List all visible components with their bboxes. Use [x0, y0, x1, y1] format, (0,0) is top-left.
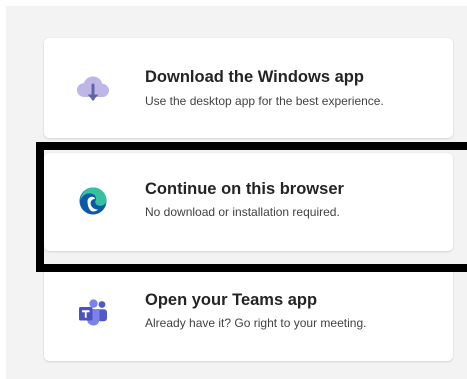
open-teams-app-subtitle: Already have it? Go right to your meetin…	[145, 316, 367, 330]
teams-icon	[76, 296, 110, 330]
continue-on-browser-subtitle: No download or installation required.	[145, 205, 340, 219]
continue-on-browser-title: Continue on this browser	[145, 180, 344, 198]
cloud-download-icon	[76, 73, 110, 107]
download-windows-app-title: Download the Windows app	[145, 68, 364, 86]
continue-on-browser-card[interactable]: Continue on this browser No download or …	[44, 153, 453, 251]
open-teams-app-title: Open your Teams app	[145, 291, 318, 309]
edge-browser-icon	[76, 184, 110, 218]
download-windows-app-card[interactable]: Download the Windows app Use the desktop…	[44, 38, 453, 138]
download-windows-app-subtitle: Use the desktop app for the best experie…	[145, 94, 384, 108]
open-teams-app-card[interactable]: Open your Teams app Already have it? Go …	[44, 268, 453, 361]
